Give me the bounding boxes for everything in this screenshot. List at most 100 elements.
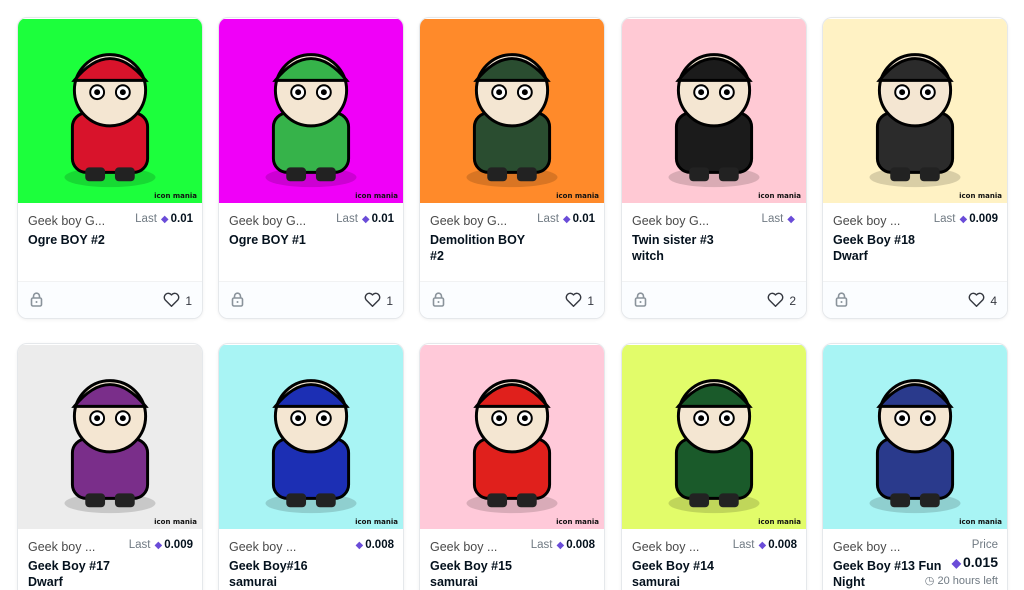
nft-card[interactable]: icon mania Geek boy G... Demolition BOY … — [419, 17, 605, 319]
price-label: Last — [933, 213, 956, 225]
nft-image[interactable]: icon mania — [823, 344, 1007, 530]
heart-icon — [163, 292, 180, 310]
nft-card[interactable]: icon mania Geek boy ... Geek Boy #13 Fun… — [822, 343, 1008, 590]
favorite-button[interactable]: 4 — [968, 292, 997, 310]
nft-image[interactable]: icon mania — [219, 18, 403, 204]
nft-title[interactable]: Geek Boy#16 samurai — [229, 558, 339, 590]
card-info: Geek boy ... Geek Boy#16 samurai ◆ 0.008 — [219, 530, 403, 590]
likes-count: 1 — [587, 294, 594, 308]
card-footer: 2 — [622, 281, 806, 318]
lock-icon — [432, 292, 445, 312]
watermark-text: icon mania — [154, 192, 197, 200]
heart-icon — [565, 292, 582, 310]
card-info: Geek boy ... Geek Boy #13 Fun Night Pric… — [823, 530, 1007, 590]
price-block: Last ◆ 0.01 — [336, 213, 394, 225]
likes-count: 1 — [386, 294, 393, 308]
eth-icon: ◆ — [951, 556, 961, 570]
eth-icon: ◆ — [556, 540, 565, 551]
likes-count: 1 — [185, 294, 192, 308]
price-block: Price ◆ 0.015 ◷ 20 hours left — [925, 539, 998, 587]
nft-title[interactable]: Ogre BOY #1 — [229, 232, 339, 248]
eth-icon: ◆ — [787, 214, 795, 225]
nft-image[interactable]: icon mania — [420, 344, 604, 530]
favorite-button[interactable]: 1 — [364, 292, 393, 310]
card-info: Geek boy G... Demolition BOY #2 Last ◆ 0.0… — [420, 204, 604, 284]
card-info: Geek boy ... Geek Boy #14 samurai Last ◆ 0… — [622, 530, 806, 590]
nft-title[interactable]: Geek Boy #14 samurai — [632, 558, 742, 590]
price-label: Price — [971, 539, 998, 551]
nft-card[interactable]: icon mania Geek boy ... Geek Boy #18 Dwa… — [822, 17, 1008, 319]
nft-card[interactable]: icon mania Geek boy G... Ogre BOY #1 Las… — [218, 17, 404, 319]
price-block: Last ◆ 0.008 — [531, 539, 595, 551]
lock-icon — [30, 292, 43, 312]
price-value: 0.01 — [371, 213, 394, 225]
price-label: Last — [530, 539, 553, 551]
price-value: 0.009 — [969, 213, 998, 225]
favorite-button[interactable]: 1 — [163, 292, 192, 310]
price-label: Last — [732, 539, 755, 551]
nft-image[interactable]: icon mania — [18, 344, 202, 530]
nft-card[interactable]: icon mania Geek boy ... Geek Boy#16 samu… — [218, 343, 404, 590]
card-info: Geek boy ... Geek Boy #17 Dwarf Last ◆ 0.0… — [18, 530, 202, 590]
nft-card[interactable]: icon mania Geek boy G... Ogre BOY #2 Las… — [17, 17, 203, 319]
watermark-text: icon mania — [355, 518, 398, 526]
nft-title[interactable]: Demolition BOY #2 — [430, 232, 540, 264]
card-info: Geek boy ... Geek Boy #18 Dwarf Last ◆ 0.0… — [823, 204, 1007, 284]
eth-icon: ◆ — [355, 540, 364, 551]
clock-icon: ◷ — [924, 575, 935, 587]
price-value: 0.008 — [365, 539, 394, 551]
eth-icon: ◆ — [758, 540, 767, 551]
nft-image[interactable]: icon mania — [622, 344, 806, 530]
nft-image[interactable]: icon mania — [420, 18, 604, 204]
card-info: Geek boy G... Ogre BOY #1 Last ◆ 0.01 — [219, 204, 403, 284]
price-block: Last ◆ 0.009 — [934, 213, 998, 225]
lock-icon — [634, 292, 647, 312]
nft-image[interactable]: icon mania — [622, 18, 806, 204]
nft-image[interactable]: icon mania — [823, 18, 1007, 204]
eth-icon: ◆ — [361, 214, 370, 225]
nft-title[interactable]: Geek Boy #18 Dwarf — [833, 232, 943, 264]
nft-card[interactable]: icon mania Geek boy ... Geek Boy #15 sam… — [419, 343, 605, 590]
eth-icon: ◆ — [160, 214, 169, 225]
eth-icon: ◆ — [154, 540, 163, 551]
nft-image[interactable]: icon mania — [18, 18, 202, 204]
favorite-button[interactable]: 2 — [767, 292, 796, 310]
time-left: 20 hours left — [937, 575, 998, 587]
price-value: 0.008 — [566, 539, 595, 551]
watermark-text: icon mania — [758, 192, 801, 200]
favorite-button[interactable]: 1 — [565, 292, 594, 310]
card-info: Geek boy ... Geek Boy #15 samurai Last ◆ 0… — [420, 530, 604, 590]
price-label: Last — [135, 213, 157, 225]
price-value: 0.015 — [962, 554, 998, 570]
heart-icon — [767, 292, 784, 310]
heart-icon — [364, 292, 381, 310]
price-value: 0.01 — [572, 213, 595, 225]
card-footer: 1 — [420, 281, 604, 318]
watermark-text: icon mania — [355, 192, 398, 200]
likes-count: 4 — [990, 294, 997, 308]
nft-image[interactable]: icon mania — [219, 344, 403, 530]
watermark-text: icon mania — [959, 518, 1002, 526]
nft-title[interactable]: Ogre BOY #2 — [28, 232, 138, 248]
price-label: Last — [336, 213, 358, 225]
nft-card[interactable]: icon mania Geek boy ... Geek Boy #17 Dwa… — [17, 343, 203, 590]
lock-icon — [835, 292, 848, 312]
nft-grid: icon mania Geek boy G... Ogre BOY #2 Las… — [0, 0, 1024, 590]
watermark-text: icon mania — [758, 518, 801, 526]
price-block: Last ◆ 0.008 — [733, 539, 797, 551]
nft-title[interactable]: Twin sister #3 witch — [632, 232, 742, 264]
nft-title[interactable]: Geek Boy #17 Dwarf — [28, 558, 138, 590]
watermark-text: icon mania — [556, 518, 599, 526]
card-footer: 4 — [823, 281, 1007, 318]
price-block: Last ◆ 0.009 — [129, 539, 193, 551]
price-value: 0.008 — [768, 539, 797, 551]
price-value: 0.009 — [164, 539, 193, 551]
price-block: Last ◆ — [762, 213, 797, 225]
price-block: Last ◆ 0.01 — [135, 213, 193, 225]
card-footer: 1 — [219, 281, 403, 318]
nft-card[interactable]: icon mania Geek boy ... Geek Boy #14 sam… — [621, 343, 807, 590]
card-footer: 1 — [18, 281, 202, 318]
nft-card[interactable]: icon mania Geek boy G... Twin sister #3 … — [621, 17, 807, 319]
nft-title[interactable]: Geek Boy #15 samurai — [430, 558, 540, 590]
price-label: Last — [537, 213, 559, 225]
